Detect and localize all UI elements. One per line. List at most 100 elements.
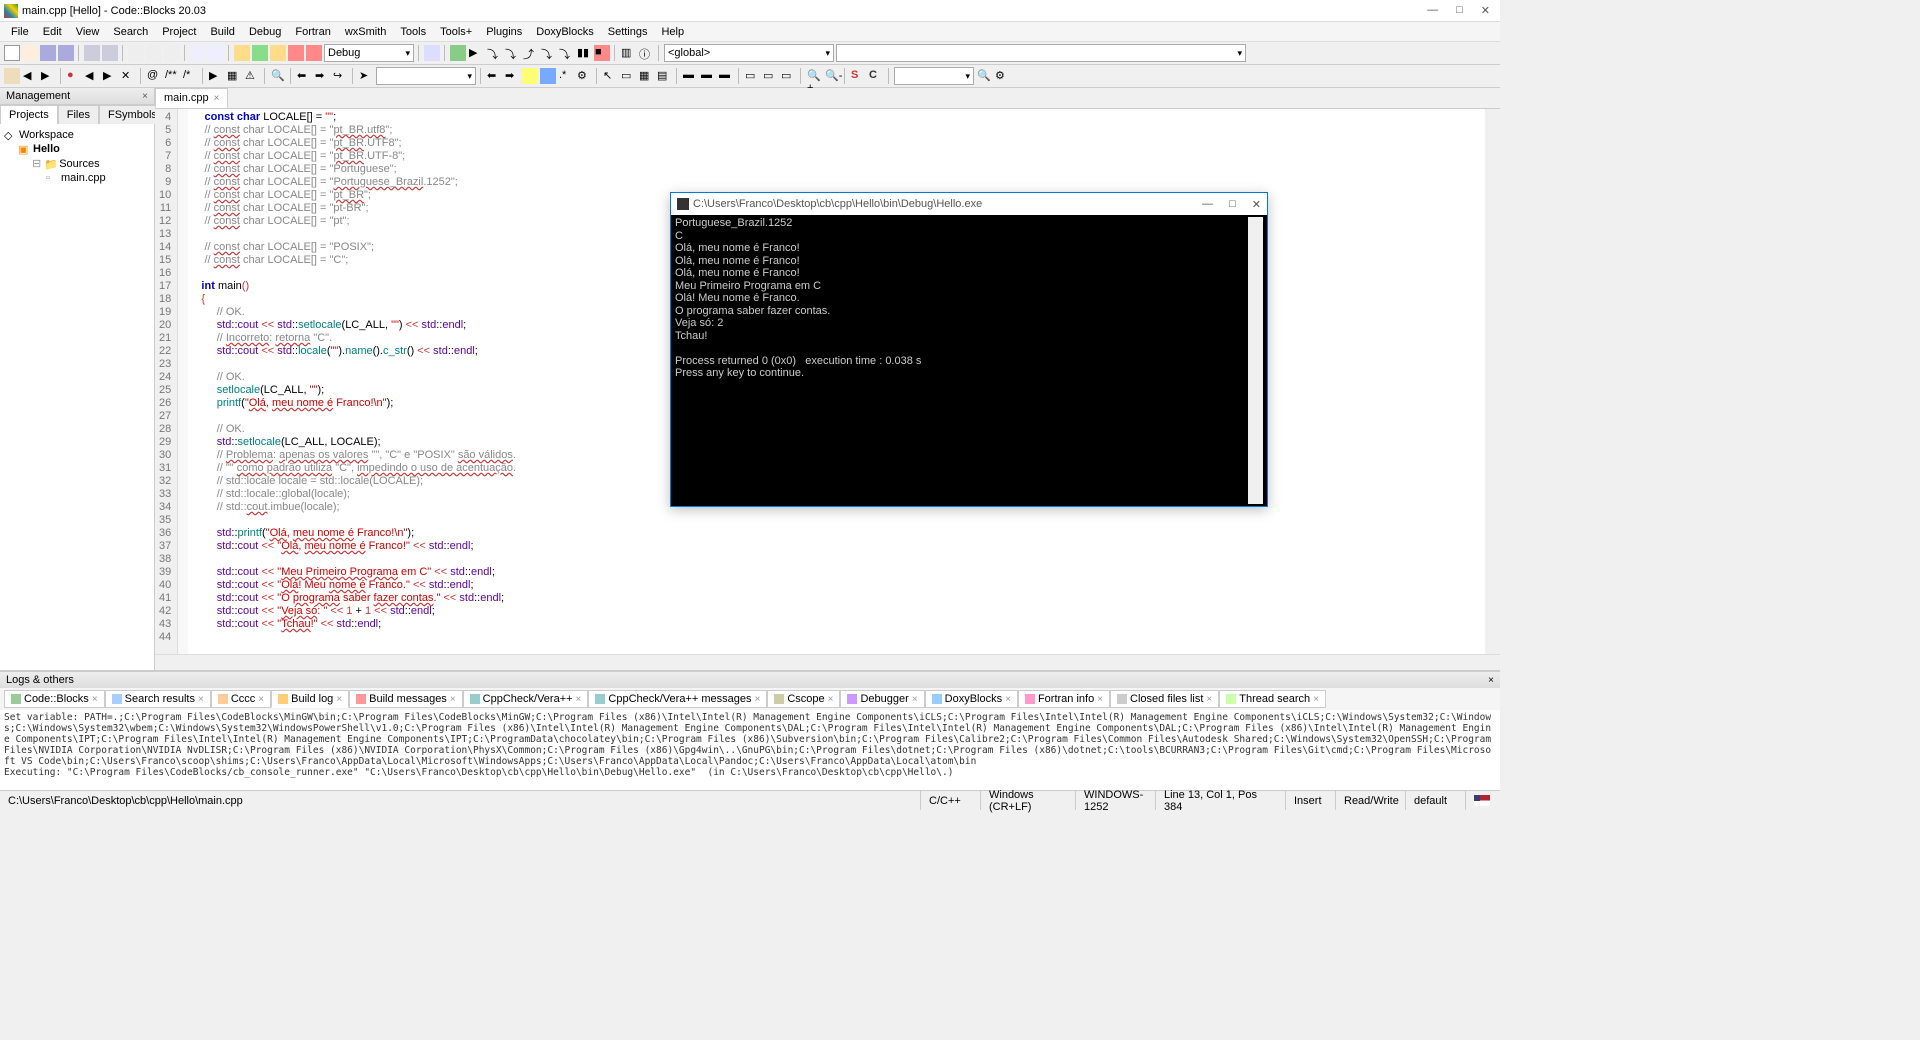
log-tab-close[interactable]: × [1097, 694, 1103, 705]
mgmt-close-icon[interactable]: × [142, 91, 148, 102]
debug-continue-icon[interactable] [424, 45, 440, 61]
tab-files[interactable]: Files [58, 105, 99, 124]
symbol-combo[interactable]: ▾ [836, 44, 1246, 62]
menu-view[interactable]: View [69, 24, 107, 40]
log-tab-doxyblocks[interactable]: DoxyBlocks× [925, 690, 1018, 708]
menu-doxyblocks[interactable]: DoxyBlocks [529, 24, 600, 40]
undo-icon[interactable] [84, 45, 100, 61]
hl-fwd-icon[interactable]: ➡ [504, 68, 520, 84]
file-node[interactable]: main.cpp [61, 172, 106, 184]
abbrev1-icon[interactable]: ▬ [682, 68, 698, 84]
save-all-icon[interactable] [58, 45, 74, 61]
nassi1-icon[interactable]: ▭ [744, 68, 760, 84]
doxy-comment-icon[interactable]: /** [164, 68, 180, 84]
console-scrollbar[interactable] [1248, 217, 1263, 504]
log-tab-close[interactable]: × [92, 694, 98, 705]
cut-icon[interactable] [128, 45, 144, 61]
log-tab-close[interactable]: × [258, 694, 264, 705]
build-log-content[interactable]: Set variable: PATH=.;C:\Program Files\Co… [0, 710, 1500, 790]
tab-projects[interactable]: Projects [0, 105, 58, 124]
copy-icon[interactable] [146, 45, 162, 61]
jump-fwd-icon[interactable]: ➡ [314, 68, 330, 84]
fold-margin[interactable] [178, 109, 188, 654]
menu-edit[interactable]: Edit [36, 24, 69, 40]
log-tab-debugger[interactable]: Debugger× [840, 690, 924, 708]
regex-icon[interactable]: .* [558, 68, 574, 84]
log-tab-close[interactable]: × [828, 694, 834, 705]
sources-node[interactable]: Sources [59, 158, 99, 170]
select-block-icon[interactable]: ▭ [620, 68, 636, 84]
log-tab-cccc[interactable]: Cccc× [211, 690, 271, 708]
zoom-out-icon[interactable]: 🔍- [824, 68, 840, 84]
log-tab-cppcheck-vera-messages[interactable]: CppCheck/Vera++ messages× [588, 690, 767, 708]
hscrollbar[interactable] [155, 654, 1500, 670]
log-tab-close[interactable]: × [576, 694, 582, 705]
ts-search-icon[interactable]: 🔍 [976, 68, 992, 84]
abbrev3-icon[interactable]: ▬ [718, 68, 734, 84]
log-tab-close[interactable]: × [336, 694, 342, 705]
zoom-in-icon[interactable]: 🔍+ [806, 68, 822, 84]
log-tab-fortran-info[interactable]: Fortran info× [1018, 690, 1110, 708]
doxy-line-icon[interactable]: /* [182, 68, 198, 84]
log-tab-build-messages[interactable]: Build messages× [349, 690, 463, 708]
file-tab-main[interactable]: main.cpp× [155, 88, 228, 108]
logs-close-icon[interactable]: × [1488, 675, 1494, 686]
menu-tools[interactable]: Tools [393, 24, 433, 40]
menu-build[interactable]: Build [203, 24, 241, 40]
tab-close-icon[interactable]: × [214, 93, 220, 104]
scope-combo[interactable]: <global>▾ [664, 44, 834, 62]
minimize-button[interactable]: — [1427, 4, 1438, 17]
workspace-node[interactable]: Workspace [19, 129, 74, 141]
log-tab-cppcheck-vera-[interactable]: CppCheck/Vera++× [463, 690, 589, 708]
cursor-icon[interactable]: ↖ [602, 68, 618, 84]
log-tab-thread-search[interactable]: Thread search× [1219, 690, 1326, 708]
next-bp-icon[interactable]: ▶ [102, 68, 118, 84]
save-icon[interactable] [40, 45, 56, 61]
doxyblocks-icon[interactable]: @ [146, 68, 162, 84]
doxy-html-icon[interactable]: ▦ [226, 68, 242, 84]
log-tab-close[interactable]: × [912, 694, 918, 705]
abbrev2-icon[interactable]: ▬ [700, 68, 716, 84]
log-tab-search-results[interactable]: Search results× [105, 690, 211, 708]
console-close[interactable]: ✕ [1252, 198, 1261, 211]
log-tab-close[interactable]: × [198, 694, 204, 705]
run-icon[interactable] [252, 45, 268, 61]
language-flag-icon[interactable] [1474, 795, 1490, 806]
log-tab-closed-files-list[interactable]: Closed files list× [1110, 690, 1219, 708]
prev-bookmark-icon[interactable]: ◀ [22, 68, 38, 84]
find-in-files-icon[interactable]: 🔍 [270, 68, 286, 84]
log-tab-close[interactable]: × [450, 694, 456, 705]
console-window[interactable]: C:\Users\Franco\Desktop\cb\cpp\Hello\bin… [670, 192, 1268, 507]
open-icon[interactable] [22, 45, 38, 61]
clear-bp-icon[interactable]: ✕ [120, 68, 136, 84]
list-icon[interactable]: ▤ [656, 68, 672, 84]
nassi2-icon[interactable]: ▭ [762, 68, 778, 84]
project-tree[interactable]: ◇Workspace ▣Hello ⊟📁Sources ▫main.cpp [0, 124, 154, 670]
log-tab-close[interactable]: × [754, 694, 760, 705]
console-maximize[interactable]: □ [1229, 198, 1236, 211]
console-output[interactable]: Portuguese_Brazil.1252 C Olá, meu nome é… [675, 217, 1248, 504]
build-icon[interactable] [234, 45, 250, 61]
menu-help[interactable]: Help [654, 24, 691, 40]
info-icon[interactable]: ⓘ [638, 45, 654, 61]
run-to-cursor-icon[interactable]: ▶ [468, 45, 484, 61]
new-file-icon[interactable] [4, 45, 20, 61]
step-into-icon[interactable]: ⤵ [504, 45, 520, 61]
build-target-combo[interactable]: Debug▾ [324, 44, 414, 62]
menu-project[interactable]: Project [155, 24, 203, 40]
menu-file[interactable]: File [4, 24, 36, 40]
view-icon[interactable]: ▦ [638, 68, 654, 84]
prev-bp-icon[interactable]: ◀ [84, 68, 100, 84]
project-node[interactable]: Hello [33, 143, 60, 155]
jump-back-icon[interactable]: ⬅ [296, 68, 312, 84]
toggle-breakpoint-icon[interactable]: ● [66, 68, 82, 84]
redo-icon[interactable] [102, 45, 118, 61]
doxy-run-icon[interactable]: ▶ [208, 68, 224, 84]
step-out-icon[interactable]: ⤴ [522, 45, 538, 61]
build-run-icon[interactable] [270, 45, 286, 61]
step-into-instr-icon[interactable]: ⤵ [558, 45, 574, 61]
next-line-icon[interactable]: ⤵ [486, 45, 502, 61]
menu-plugins[interactable]: Plugins [479, 24, 529, 40]
selection-icon[interactable] [540, 68, 556, 84]
close-button[interactable]: ✕ [1481, 4, 1490, 17]
